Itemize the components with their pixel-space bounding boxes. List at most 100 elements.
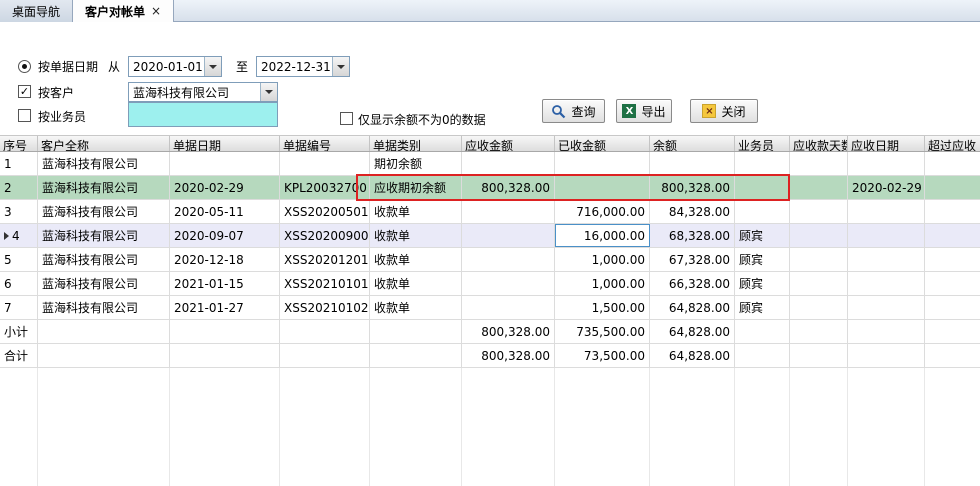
cell-salesman[interactable]: 顾宾 bbox=[735, 224, 790, 247]
table-row[interactable]: 2蓝海科技有限公司2020-02-29KPL20032700应收期初余额800,… bbox=[0, 176, 980, 200]
cell-customer[interactable] bbox=[38, 320, 170, 343]
cell-overdue[interactable] bbox=[925, 296, 980, 319]
cell-salesman[interactable]: 顾宾 bbox=[735, 272, 790, 295]
cell-overdue[interactable] bbox=[925, 344, 980, 367]
customer-combobox[interactable]: 蓝海科技有限公司 bbox=[128, 82, 278, 102]
cell-received[interactable]: 735,500.00 bbox=[555, 320, 650, 343]
cell-receivable[interactable] bbox=[462, 296, 555, 319]
table-row[interactable]: 7蓝海科技有限公司2021-01-27XSS202101023收款单1,500.… bbox=[0, 296, 980, 320]
cell-balance[interactable]: 67,328.00 bbox=[650, 248, 735, 271]
cell-overdue[interactable] bbox=[925, 224, 980, 247]
cell-no[interactable]: 小计 bbox=[0, 320, 38, 343]
cell-received[interactable] bbox=[555, 152, 650, 175]
cell-receivable[interactable] bbox=[462, 272, 555, 295]
cell-overdue[interactable] bbox=[925, 200, 980, 223]
cell-doc_type[interactable]: 收款单 bbox=[370, 224, 462, 247]
cell-doc_type[interactable]: 收款单 bbox=[370, 248, 462, 271]
cell-balance[interactable]: 800,328.00 bbox=[650, 176, 735, 199]
cell-receivable[interactable] bbox=[462, 248, 555, 271]
column-header-balance[interactable]: 余额 bbox=[650, 136, 735, 151]
column-header-due_date[interactable]: 应收日期 bbox=[848, 136, 925, 151]
cell-date[interactable]: 2020-09-07 bbox=[170, 224, 280, 247]
export-button[interactable]: X 导出 bbox=[616, 99, 672, 123]
cell-due_date[interactable] bbox=[848, 272, 925, 295]
cell-date[interactable] bbox=[170, 152, 280, 175]
cell-due_date[interactable] bbox=[848, 200, 925, 223]
cell-days[interactable] bbox=[790, 272, 848, 295]
customer-dropdown-button[interactable] bbox=[260, 83, 277, 101]
cell-receivable[interactable] bbox=[462, 224, 555, 247]
column-header-salesman[interactable]: 业务员 bbox=[735, 136, 790, 151]
cell-customer[interactable]: 蓝海科技有限公司 bbox=[38, 248, 170, 271]
cell-salesman[interactable]: 顾宾 bbox=[735, 296, 790, 319]
date-to-dropdown-button[interactable] bbox=[332, 57, 349, 76]
cell-received[interactable] bbox=[555, 176, 650, 199]
cell-date[interactable] bbox=[170, 344, 280, 367]
cell-received[interactable]: 1,500.00 bbox=[555, 296, 650, 319]
cell-no[interactable]: 3 bbox=[0, 200, 38, 223]
cell-customer[interactable] bbox=[38, 344, 170, 367]
cell-customer[interactable]: 蓝海科技有限公司 bbox=[38, 152, 170, 175]
cell-due_date[interactable] bbox=[848, 248, 925, 271]
cell-due_date[interactable] bbox=[848, 296, 925, 319]
cell-salesman[interactable]: 顾宾 bbox=[735, 248, 790, 271]
cell-received[interactable]: 1,000.00 bbox=[555, 248, 650, 271]
cell-no[interactable]: 4 bbox=[0, 224, 38, 247]
cell-no[interactable]: 2 bbox=[0, 176, 38, 199]
column-header-days[interactable]: 应收款天数 bbox=[790, 136, 848, 151]
cell-no[interactable]: 合计 bbox=[0, 344, 38, 367]
cell-days[interactable] bbox=[790, 224, 848, 247]
cell-receivable[interactable]: 800,328.00 bbox=[462, 320, 555, 343]
cell-due_date[interactable] bbox=[848, 224, 925, 247]
cell-receivable[interactable] bbox=[462, 152, 555, 175]
table-row[interactable]: 3蓝海科技有限公司2020-05-11XSS202005015收款单716,00… bbox=[0, 200, 980, 224]
cell-customer[interactable]: 蓝海科技有限公司 bbox=[38, 272, 170, 295]
cell-doc_type[interactable]: 应收期初余额 bbox=[370, 176, 462, 199]
column-header-doc_type[interactable]: 单据类别 bbox=[370, 136, 462, 151]
cell-salesman[interactable] bbox=[735, 344, 790, 367]
cell-receivable[interactable]: 800,328.00 bbox=[462, 344, 555, 367]
column-header-date[interactable]: 单据日期 bbox=[170, 136, 280, 151]
cell-doc_type[interactable]: 期初余额 bbox=[370, 152, 462, 175]
by-date-radio[interactable] bbox=[18, 60, 31, 73]
cell-date[interactable]: 2020-05-11 bbox=[170, 200, 280, 223]
table-row[interactable]: 6蓝海科技有限公司2021-01-15XSS202101011收款单1,000.… bbox=[0, 272, 980, 296]
cell-overdue[interactable] bbox=[925, 176, 980, 199]
cell-no[interactable]: 7 bbox=[0, 296, 38, 319]
table-row[interactable]: 1蓝海科技有限公司期初余额 bbox=[0, 152, 980, 176]
column-header-no[interactable]: 序号 bbox=[0, 136, 38, 151]
close-tab-icon[interactable]: × bbox=[151, 4, 161, 18]
summary-row-subtotal[interactable]: 小计800,328.00735,500.0064,828.00 bbox=[0, 320, 980, 344]
cell-received[interactable]: 16,000.00 bbox=[555, 224, 650, 247]
cell-doc_no[interactable]: XSS202101023 bbox=[280, 296, 370, 319]
cell-overdue[interactable] bbox=[925, 152, 980, 175]
cell-doc_no[interactable]: KPL20032700 bbox=[280, 176, 370, 199]
cell-salesman[interactable] bbox=[735, 200, 790, 223]
table-row[interactable]: 5蓝海科技有限公司2020-12-18XSS202012010收款单1,000.… bbox=[0, 248, 980, 272]
cell-overdue[interactable] bbox=[925, 320, 980, 343]
cell-doc_type[interactable]: 收款单 bbox=[370, 272, 462, 295]
cell-days[interactable] bbox=[790, 320, 848, 343]
cell-receivable[interactable] bbox=[462, 200, 555, 223]
cell-doc_no[interactable]: XSS202101011 bbox=[280, 272, 370, 295]
summary-row-total[interactable]: 合计800,328.0073,500.0064,828.00 bbox=[0, 344, 980, 368]
cell-days[interactable] bbox=[790, 200, 848, 223]
cell-balance[interactable]: 68,328.00 bbox=[650, 224, 735, 247]
cell-doc_type[interactable]: 收款单 bbox=[370, 200, 462, 223]
cell-balance[interactable]: 66,328.00 bbox=[650, 272, 735, 295]
cell-doc_no[interactable]: XSS202009002 bbox=[280, 224, 370, 247]
cell-days[interactable] bbox=[790, 152, 848, 175]
cell-receivable[interactable]: 800,328.00 bbox=[462, 176, 555, 199]
by-customer-checkbox[interactable]: ✓ bbox=[18, 85, 31, 98]
date-from-combobox[interactable]: 2020-01-01 bbox=[128, 56, 222, 77]
cell-salesman[interactable] bbox=[735, 152, 790, 175]
cell-days[interactable] bbox=[790, 176, 848, 199]
tab-desktop-navigation[interactable]: 桌面导航 bbox=[0, 0, 73, 22]
cell-days[interactable] bbox=[790, 296, 848, 319]
cell-customer[interactable]: 蓝海科技有限公司 bbox=[38, 200, 170, 223]
cell-doc_no[interactable] bbox=[280, 344, 370, 367]
cell-customer[interactable]: 蓝海科技有限公司 bbox=[38, 296, 170, 319]
cell-overdue[interactable] bbox=[925, 272, 980, 295]
cell-received[interactable]: 73,500.00 bbox=[555, 344, 650, 367]
cell-salesman[interactable] bbox=[735, 320, 790, 343]
